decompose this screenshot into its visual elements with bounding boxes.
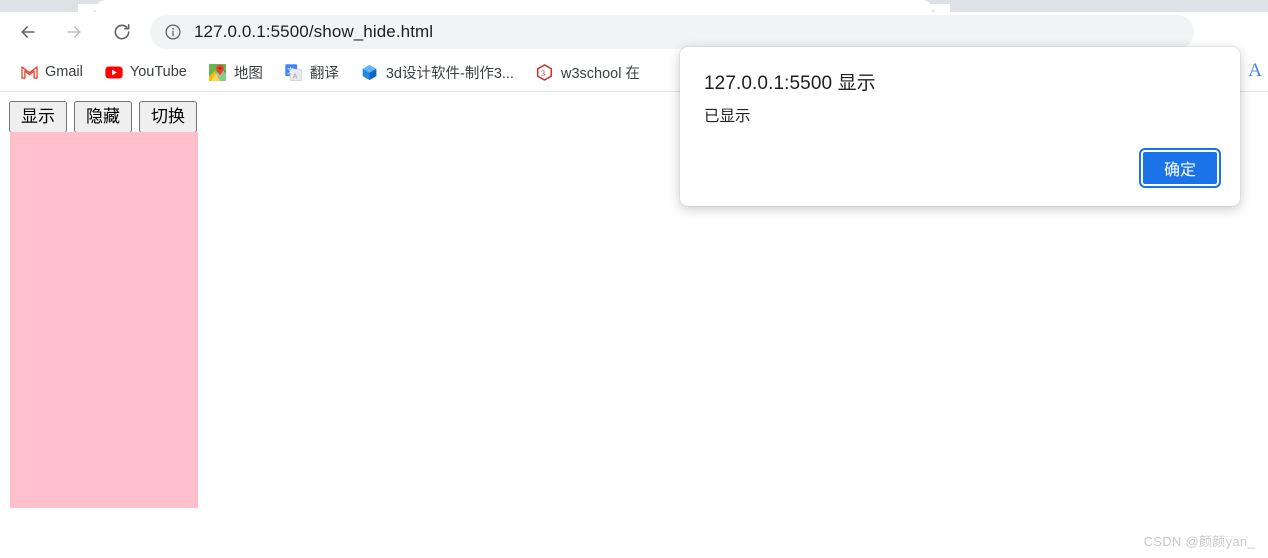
profile-avatar[interactable]: A [1248,60,1262,82]
tab-strip [0,0,1268,12]
bookmark-label: 地图 [233,65,263,82]
google-translate-icon: 文 A [285,63,303,81]
google-maps-icon [209,63,227,81]
back-arrow-icon [21,26,35,38]
bookmark-w3school[interactable]: 3 w3school 在 [528,58,648,86]
show-button[interactable]: 显示 [9,101,67,133]
browser-toolbar: 127.0.0.1:5500/show_hide.html [0,12,1268,52]
bookmark-label: YouTube [129,64,187,80]
reload-button[interactable] [108,18,136,46]
youtube-icon [105,63,123,81]
svg-text:3: 3 [541,67,545,77]
bookmark-gmail[interactable]: Gmail [12,58,91,86]
forward-arrow-icon [67,26,81,38]
active-tab[interactable] [96,0,932,12]
w3school-icon: 3 [536,63,554,81]
alert-dialog: 127.0.0.1:5500 显示 已显示 确定 [680,47,1240,206]
pink-content-box [10,132,198,508]
csdn-watermark: CSDN @颜颜yan_ [1143,534,1255,549]
tab-curve-right [930,4,950,12]
bookmark-label: 3d设计软件-制作3... [385,65,514,82]
bookmark-label: w3school 在 [560,65,640,82]
tab-curve-left [78,4,98,12]
bookmark-3d-software[interactable]: 3d设计软件-制作3... [353,58,522,86]
info-circle-icon[interactable] [164,23,182,41]
3d-software-icon [361,63,379,81]
dialog-message: 已显示 [704,108,751,125]
bookmark-maps[interactable]: 地图 [201,58,271,86]
address-bar[interactable]: 127.0.0.1:5500/show_hide.html [150,15,1194,49]
bookmark-label: 翻译 [309,65,339,82]
browser-window: 127.0.0.1:5500/show_hide.html Gmail YouT… [0,0,1268,558]
back-button[interactable] [14,18,42,46]
reload-icon [114,24,130,40]
bookmark-label: Gmail [45,64,83,80]
bookmark-translate[interactable]: 文 A 翻译 [277,58,347,86]
url-text: 127.0.0.1:5500/show_hide.html [194,22,434,41]
dialog-ok-button[interactable]: 确定 [1139,148,1221,188]
toggle-button[interactable]: 切换 [139,101,197,133]
forward-button[interactable] [60,18,88,46]
svg-text:A: A [293,73,298,80]
bookmark-youtube[interactable]: YouTube [97,58,195,86]
hide-button[interactable]: 隐藏 [74,101,132,133]
page-button-row: 显示 隐藏 切换 [9,101,197,133]
gmail-icon [20,63,38,81]
dialog-title: 127.0.0.1:5500 显示 [704,73,876,94]
